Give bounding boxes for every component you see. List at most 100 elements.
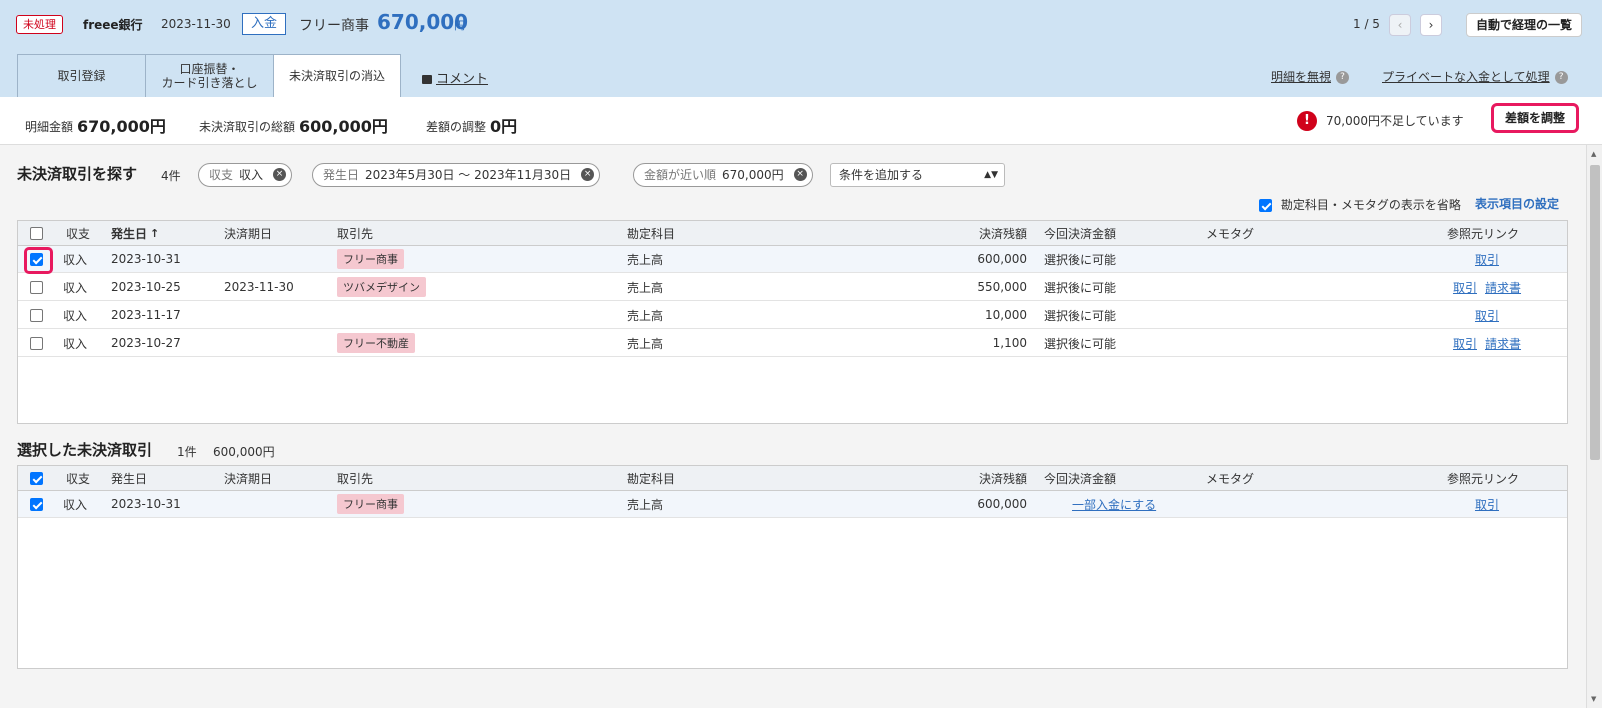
difference-adjust: 差額の調整 0円 [426,113,517,137]
table-header: 収支 発生日 決済期日 取引先 勘定科目 決済残額 今回決済金額 メモタグ 参照… [18,466,1567,491]
tab-transfer-card[interactable]: 口座振替・ カード引き落とし [145,54,274,97]
row-checkbox[interactable] [30,280,43,294]
cell-account: 売上高 [627,308,664,323]
remove-filter-icon[interactable]: × [273,168,287,181]
comment-label: コメント [436,72,489,87]
table-row[interactable]: 収入 2023-11-17 売上高 10,000 選択後に可能 取引 [18,302,1567,329]
tab-label-line1: 口座振替・ [179,62,240,76]
status-badge: 未処理 [16,15,63,34]
chip-value: 収入 [239,168,264,182]
scroll-thumb[interactable] [1590,165,1600,460]
transaction-link[interactable]: 取引 [1475,251,1499,268]
cell-io: 収入 [63,497,88,512]
table-row[interactable]: 収入 2023-10-31 フリー商事 売上高 600,000 選択後に可能 取… [18,246,1567,274]
row-checkbox[interactable] [30,336,43,350]
cell-payment: 一部入金にする [1072,491,1156,517]
partner-tag: フリー商事 [337,494,404,514]
scroll-down-icon[interactable]: ▼ [1591,695,1596,703]
cell-links: 取引 [1418,246,1548,272]
tab-label: 取引登録 [57,69,106,83]
omit-columns-checkbox[interactable] [1259,199,1272,212]
cell-account: 売上高 [627,497,664,512]
select-all-checkbox[interactable] [30,471,43,485]
row-select-cell [30,274,43,300]
col-io: 収支 [66,471,91,486]
scroll-up-icon[interactable]: ▲ [1591,150,1596,158]
warning-icon: ! [1297,111,1317,131]
cell-payment: 選択後に可能 [1044,336,1117,351]
tab-label-line2: カード引き落とし [161,76,258,90]
chip-key: 発生日 [323,168,360,182]
invoice-link[interactable]: 請求書 [1485,335,1521,352]
auto-accounting-list-button[interactable]: 自動で経理の一覧 [1466,13,1583,37]
cell-links: 取引 [1418,302,1548,328]
filter-chip-io[interactable]: 収支 収入 × [198,163,293,187]
ignore-detail-label: 明細を無視 [1271,70,1332,84]
transaction-link[interactable]: 取引 [1475,307,1499,324]
row-checkbox[interactable] [30,497,43,511]
detail-amount-value: 670,000円 [77,117,166,136]
vertical-scrollbar[interactable]: ▲ ▼ [1586,145,1602,708]
unsettled-total-label: 未決済取引の総額 [199,120,296,134]
unsettled-total: 未決済取引の総額 600,000円 [199,113,388,137]
add-condition-label: 条件を追加する [839,168,924,182]
search-count: 4件 [161,169,181,183]
chip-key: 金額が近い順 [644,168,717,182]
cell-balance: 550,000 [977,280,1027,294]
next-page-button[interactable]: › [1420,14,1442,36]
display-settings-link[interactable]: 表示項目の設定 [1475,195,1559,212]
cell-payment: 選択後に可能 [1044,252,1117,267]
cell-balance: 10,000 [985,308,1027,322]
col-partner: 取引先 [337,471,374,486]
tab-clear-unsettled[interactable]: 未決済取引の消込 [273,54,401,97]
row-checkbox[interactable] [30,252,43,266]
cell-io: 収入 [63,308,88,323]
cell-date: 2023-10-31 [111,497,181,511]
transaction-link[interactable]: 取引 [1453,279,1477,296]
col-partner: 取引先 [337,226,374,241]
select-all-checkbox[interactable] [30,226,43,240]
transaction-link[interactable]: 取引 [1453,335,1477,352]
omit-columns-toggle[interactable]: 勘定科目・メモタグの表示を省略 [1259,196,1461,213]
col-io: 収支 [66,226,91,241]
cell-partner: ツバメデザイン [337,274,426,300]
tab-register-transaction[interactable]: 取引登録 [17,54,146,97]
filter-chip-amount[interactable]: 金額が近い順 670,000円 × [633,163,813,187]
comment-link[interactable]: コメント [422,68,488,87]
sort-asc-icon: ↑ [150,226,160,240]
invoice-link[interactable]: 請求書 [1485,279,1521,296]
help-icon[interactable]: ? [1554,71,1568,84]
filter-chip-date[interactable]: 発生日 2023年5月30日 〜 2023年11月30日 × [312,163,601,187]
cell-links: 取引 請求書 [1418,330,1548,356]
partner-tag: フリー商事 [337,249,404,269]
table-row[interactable]: 収入 2023-10-31 フリー商事 売上高 600,000 一部入金にする … [18,491,1567,518]
select-arrow-icon: ▲▼ [984,170,998,180]
add-condition-select[interactable]: 条件を追加する ▲▼ [830,163,1005,187]
table-row[interactable]: 収入 2023-10-27 フリー不動産 売上高 1,100 選択後に可能 取引… [18,330,1567,357]
transaction-link[interactable]: 取引 [1475,496,1499,513]
partial-payment-link[interactable]: 一部入金にする [1072,496,1156,513]
row-checkbox[interactable] [30,308,43,322]
cell-date: 2023-10-25 [111,280,181,294]
row-select-cell [30,330,43,356]
prev-page-button[interactable]: ‹ [1389,14,1411,36]
cell-balance: 600,000 [977,497,1027,511]
cell-io: 収入 [63,280,88,295]
help-icon[interactable]: ? [1336,71,1350,84]
remove-filter-icon[interactable]: × [581,168,595,181]
col-date[interactable]: 発生日 ↑ [111,221,159,245]
header-amount-unit: 円 [454,19,465,32]
col-balance: 決済残額 [978,226,1027,241]
col-memo: メモタグ [1206,226,1255,241]
summary-bar: 明細金額 670,000円 未決済取引の総額 600,000円 差額の調整 0円 ! … [0,97,1602,145]
private-income-link[interactable]: プライベートな入金として処理? [1382,68,1568,85]
cell-links: 取引 [1418,491,1548,517]
chip-value: 670,000円 [722,168,784,182]
adjust-difference-button[interactable]: 差額を調整 [1491,103,1580,133]
cell-partner: フリー商事 [337,246,404,272]
table-row[interactable]: 収入 2023-10-25 2023-11-30 ツバメデザイン 売上高 550… [18,274,1567,301]
ignore-detail-link[interactable]: 明細を無視? [1271,68,1350,85]
col-date: 発生日 [111,471,148,486]
col-account: 勘定科目 [627,226,676,241]
remove-filter-icon[interactable]: × [793,168,807,181]
